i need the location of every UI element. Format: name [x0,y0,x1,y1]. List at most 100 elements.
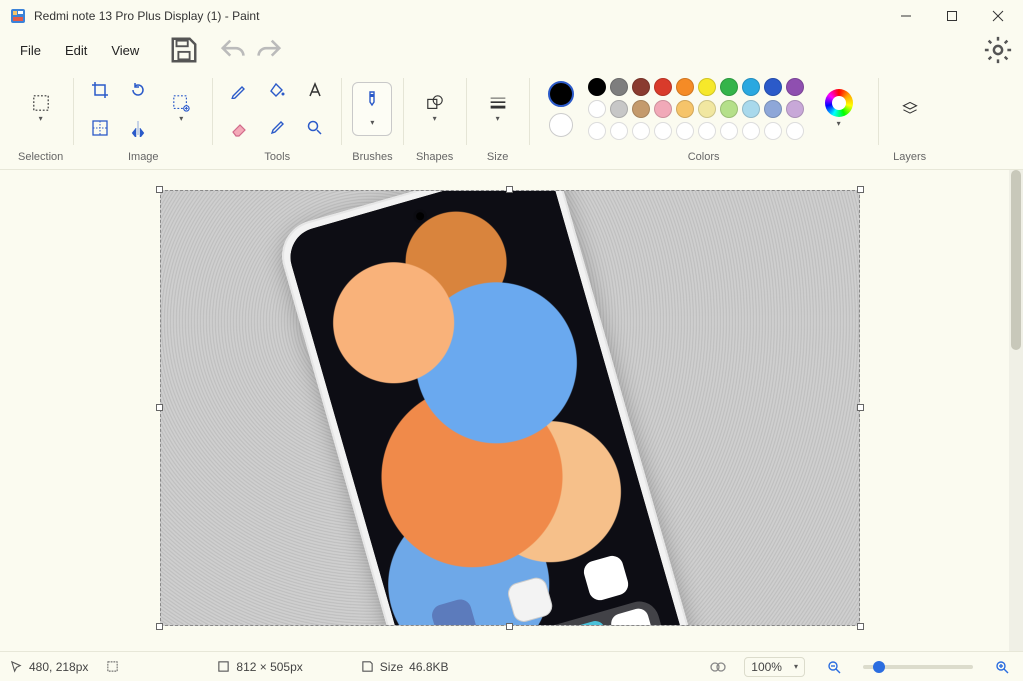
vertical-scrollbar[interactable] [1009,170,1023,651]
group-selection: ▾ Selection [10,70,71,169]
chevron-down-icon: ▾ [39,114,43,123]
color-swatch[interactable] [720,100,738,118]
selection-tool[interactable]: ▾ [20,84,62,134]
rotate-icon[interactable] [122,74,154,106]
color-swatch-empty[interactable] [698,122,716,140]
titlebar: Redmi note 13 Pro Plus Display (1) - Pai… [0,0,1023,32]
color-swatch[interactable] [588,100,606,118]
save-icon[interactable] [169,35,199,65]
resize-handle[interactable] [506,186,513,193]
size-value: 46.8KB [409,660,448,674]
resize-handle[interactable] [857,404,864,411]
zoom-dropdown[interactable]: 100% ▾ [744,657,805,677]
resize-handle[interactable] [857,623,864,630]
color-swatch[interactable] [742,100,760,118]
chevron-down-icon: ▾ [433,114,437,123]
group-label-colors: Colors [688,147,720,169]
color-swatch[interactable] [720,78,738,96]
color-swatch[interactable] [764,100,782,118]
primary-color-swatch[interactable] [548,81,574,107]
color-swatch-empty[interactable] [654,122,672,140]
window-title: Redmi note 13 Pro Plus Display (1) - Pai… [34,9,883,23]
group-layers: Layers [881,70,939,169]
group-brushes: ▾ Brushes [344,70,400,169]
selection-icon [106,660,119,673]
menu-file[interactable]: File [10,37,51,64]
color-swatch[interactable] [610,100,628,118]
dimensions-text: 812 × 505px [236,660,302,674]
color-swatch[interactable] [588,78,606,96]
color-swatch-empty[interactable] [764,122,782,140]
menu-view[interactable]: View [101,37,149,64]
color-swatch[interactable] [742,78,760,96]
color-swatch[interactable] [632,78,650,96]
resize-handle[interactable] [857,186,864,193]
zoom-slider[interactable] [863,665,973,669]
color-swatch-empty[interactable] [720,122,738,140]
picker-icon[interactable] [261,112,293,144]
group-size: ▾ Size [469,70,527,169]
minimize-button[interactable] [883,0,929,32]
color-swatch[interactable] [654,78,672,96]
chevron-down-icon: ▾ [370,118,374,127]
pencil-icon[interactable] [223,74,255,106]
copilot-icon[interactable] [710,659,726,675]
color-swatch-empty[interactable] [610,122,628,140]
color-swatch[interactable] [676,78,694,96]
color-swatch-empty[interactable] [742,122,760,140]
color-swatch-empty[interactable] [786,122,804,140]
resize-icon[interactable] [84,112,116,144]
image-select-tool[interactable]: ▾ [160,84,202,134]
color-swatch[interactable] [654,100,672,118]
color-swatch-empty[interactable] [676,122,694,140]
crop-icon[interactable] [84,74,116,106]
canvas[interactable] [160,190,860,626]
secondary-color-swatch[interactable] [549,113,573,137]
color-swatch[interactable] [610,78,628,96]
settings-icon[interactable] [983,35,1013,65]
brush-tool[interactable]: ▾ [352,82,392,136]
color-palette-row2 [588,100,804,118]
zoom-in-icon[interactable] [991,656,1013,678]
color-swatch[interactable] [632,100,650,118]
statusbar: 480, 218px 812 × 505px Size 46.8KB 100% … [0,651,1023,681]
layers-button[interactable] [889,84,931,134]
flip-icon[interactable] [122,112,154,144]
color-swatch[interactable] [786,78,804,96]
size-tool[interactable]: ▾ [477,84,519,134]
cursor-icon [10,660,23,673]
group-label-size: Size [487,147,508,169]
color-swatch-empty[interactable] [588,122,606,140]
color-swatch[interactable] [786,100,804,118]
chevron-down-icon: ▾ [496,114,500,123]
color-wheel-icon [825,89,853,117]
group-label-layers: Layers [893,147,926,169]
fill-icon[interactable] [261,74,293,106]
zoom-out-icon[interactable] [823,656,845,678]
menu-edit[interactable]: Edit [55,37,97,64]
file-size: Size 46.8KB [361,660,449,674]
color-swatch[interactable] [764,78,782,96]
color-swatch-empty[interactable] [632,122,650,140]
magnifier-icon[interactable] [299,112,331,144]
color-palette-row1 [588,78,804,96]
shapes-tool[interactable]: ▾ [414,84,456,134]
canvas-image[interactable] [160,190,860,626]
edit-colors-button[interactable]: ▾ [818,84,860,134]
color-swatch[interactable] [698,100,716,118]
chevron-down-icon: ▾ [837,119,841,128]
close-button[interactable] [975,0,1021,32]
text-icon[interactable] [299,74,331,106]
color-swatch[interactable] [698,78,716,96]
resize-handle[interactable] [156,404,163,411]
eraser-icon[interactable] [223,112,255,144]
resize-handle[interactable] [156,186,163,193]
color-swatch[interactable] [676,100,694,118]
resize-handle[interactable] [506,623,513,630]
undo-icon[interactable] [219,35,249,65]
maximize-button[interactable] [929,0,975,32]
resize-handle[interactable] [156,623,163,630]
redo-icon[interactable] [253,35,283,65]
disk-icon [361,660,374,673]
group-colors: ▾ Colors [532,70,876,169]
